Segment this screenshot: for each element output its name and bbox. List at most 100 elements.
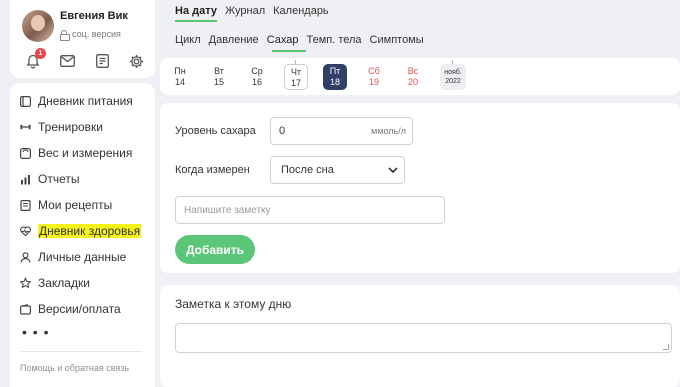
day-of-week: Сб [368, 66, 380, 76]
gear-icon [130, 54, 144, 68]
tab-pressure[interactable]: Давление [209, 34, 259, 46]
menu-label: Личные данные [38, 250, 127, 264]
year-label: 2022 [445, 78, 461, 85]
month-label: нояб. [444, 69, 462, 76]
day-tue[interactable]: Вт 15 [207, 64, 231, 90]
main-menu: Дневник питания Тренировки Вес и измерен… [10, 83, 155, 387]
month-marker [452, 60, 453, 64]
bar-chart-icon [20, 174, 31, 185]
lock-icon [60, 29, 70, 41]
tab-sugar[interactable]: Сахар [267, 34, 299, 46]
day-number: 20 [407, 77, 418, 87]
more-menu-button[interactable]: • • • [22, 324, 49, 340]
view-tabs: На дату Журнал Календарь [175, 5, 329, 17]
menu-item-workouts[interactable]: Тренировки [20, 117, 103, 137]
sugar-level-input[interactable]: 0 ммоль/л [270, 117, 413, 145]
menu-label: Тренировки [38, 120, 104, 134]
active-tab-indicator [175, 20, 217, 22]
tab-journal[interactable]: Журнал [225, 5, 265, 17]
menu-item-weight[interactable]: Вес и измерения [20, 143, 132, 163]
category-tabs: Цикл Давление Сахар Темп. тела Симптомы [175, 34, 424, 46]
day-number: 18 [329, 77, 340, 87]
tab-cycle[interactable]: Цикл [175, 34, 201, 46]
messages-button[interactable] [59, 52, 77, 70]
food-diary-icon [20, 95, 31, 107]
help-feedback-link[interactable]: Помощь и обратная связь [20, 363, 129, 373]
add-button[interactable]: Добавить [175, 235, 255, 264]
tab-on-date[interactable]: На дату [175, 5, 217, 17]
profile-actions: 1 [24, 48, 146, 70]
day-wed[interactable]: Ср 16 [245, 64, 269, 90]
star-icon [20, 277, 31, 289]
dumbbell-icon [20, 122, 31, 133]
menu-item-versions[interactable]: Версии/оплата [20, 299, 121, 319]
version-label: соц. версия [72, 29, 121, 39]
menu-label: Дневник питания [38, 94, 133, 108]
measured-when-label: Когда измерен [175, 164, 250, 176]
version-status[interactable]: соц. версия [60, 29, 121, 41]
day-note-textarea[interactable] [175, 323, 672, 353]
heart-pulse-icon [20, 226, 31, 237]
menu-label: Версии/оплата [38, 302, 121, 316]
day-fri-selected[interactable]: Пт 18 [323, 64, 347, 90]
day-of-week: Пт [329, 66, 341, 76]
day-of-week: Чт [290, 67, 302, 77]
sugar-form: Уровень сахара 0 ммоль/л Когда измерен П… [160, 103, 680, 273]
avatar[interactable] [22, 10, 54, 42]
day-note-title: Заметка к этому дню [175, 297, 292, 311]
day-sun[interactable]: Вс 20 [401, 64, 425, 90]
menu-item-health-diary[interactable]: Дневник здоровья [20, 221, 142, 241]
menu-item-food-diary[interactable]: Дневник питания [20, 91, 133, 111]
day-number: 17 [290, 78, 301, 88]
settings-button[interactable] [128, 52, 146, 70]
tab-calendar[interactable]: Календарь [273, 5, 329, 17]
day-of-week: Вт [214, 66, 224, 76]
month-picker[interactable]: нояб. 2022 [440, 64, 466, 90]
day-of-week: Пн [174, 66, 186, 76]
note-placeholder: Напишите заметку [184, 204, 271, 216]
user-name[interactable]: Евгения Вик [60, 10, 128, 22]
day-mon[interactable]: Пн 14 [168, 64, 192, 90]
notes-button[interactable] [93, 52, 111, 70]
today-marker [295, 60, 296, 64]
profile-card: Евгения Вик соц. версия 1 [10, 0, 155, 78]
measured-when-value: После сна [281, 164, 334, 176]
day-of-week: Вс [407, 66, 419, 76]
date-strip: Пн 14 Вт 15 Ср 16 Чт 17 Пт 18 Сб 19 Вс 20 нояб.… [160, 58, 680, 95]
person-icon [20, 251, 31, 263]
menu-item-bookmarks[interactable]: Закладки [20, 273, 90, 293]
menu-label: Вес и измерения [38, 146, 133, 160]
sidebar: Евгения Вик соц. версия 1 Дневник питани… [10, 0, 155, 387]
measured-when-select[interactable]: После сна [270, 156, 405, 184]
tab-body-temp[interactable]: Темп. тела [306, 34, 361, 46]
menu-label: Мои рецепты [38, 198, 113, 212]
day-number: 15 [213, 77, 224, 87]
day-thu-today[interactable]: Чт 17 [284, 64, 308, 90]
notification-badge: 1 [35, 48, 46, 59]
menu-item-personal-data[interactable]: Личные данные [20, 247, 126, 267]
sugar-value: 0 [279, 125, 286, 137]
day-number: 19 [368, 77, 379, 87]
menu-label: Дневник здоровья [38, 224, 142, 238]
menu-item-recipes[interactable]: Мои рецепты [20, 195, 112, 215]
chevron-down-icon [388, 167, 398, 173]
note-input[interactable]: Напишите заметку [175, 196, 445, 224]
recipe-book-icon [20, 199, 31, 211]
menu-item-reports[interactable]: Отчеты [20, 169, 79, 189]
sugar-level-label: Уровень сахара [175, 125, 256, 137]
resize-handle[interactable] [663, 344, 669, 350]
notifications-button[interactable]: 1 [24, 48, 46, 70]
tab-symptoms[interactable]: Симптомы [370, 34, 424, 46]
wallet-icon [20, 303, 31, 315]
notepad-icon [95, 54, 109, 68]
day-sat[interactable]: Сб 19 [362, 64, 386, 90]
scale-icon [20, 147, 31, 159]
menu-label: Отчеты [38, 172, 80, 186]
divider [20, 351, 142, 352]
day-note-card: Заметка к этому дню [160, 285, 680, 387]
envelope-icon [60, 55, 76, 67]
day-number: 16 [251, 77, 262, 87]
day-number: 14 [174, 77, 185, 87]
menu-label: Закладки [38, 276, 90, 290]
sugar-unit: ммоль/л [371, 126, 406, 136]
